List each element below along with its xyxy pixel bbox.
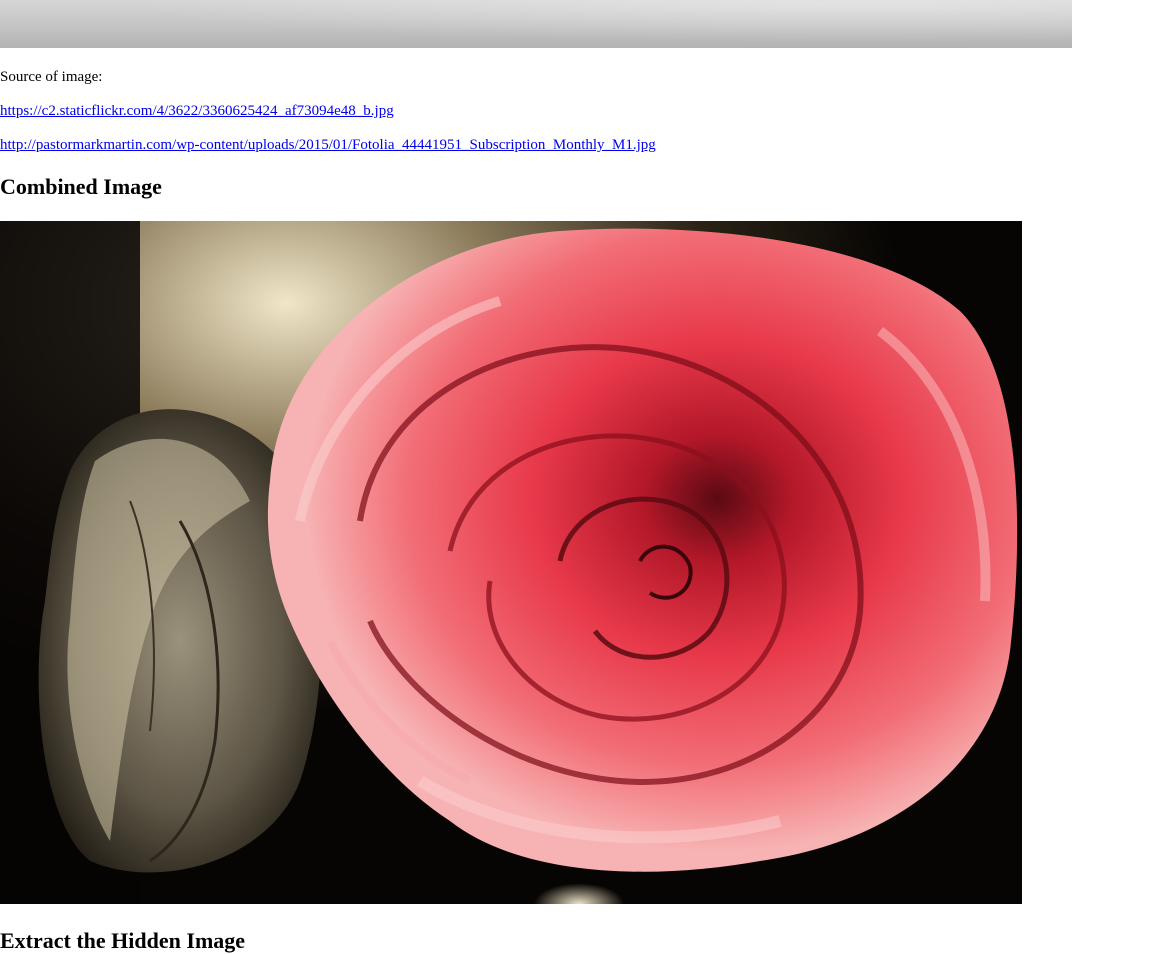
extract-hidden-image-heading: Extract the Hidden Image: [0, 928, 246, 953]
source-link-pastormarkmartin[interactable]: http://pastormarkmartin.com/wp-content/u…: [0, 136, 656, 154]
source-label: Source of image:: [0, 69, 103, 85]
combined-rose-image: [0, 221, 1022, 904]
top-photo-strip: [0, 0, 1072, 48]
source-link-flickr[interactable]: https://c2.staticflickr.com/4/3622/33606…: [0, 102, 394, 120]
combined-image-heading: Combined Image: [0, 174, 162, 199]
